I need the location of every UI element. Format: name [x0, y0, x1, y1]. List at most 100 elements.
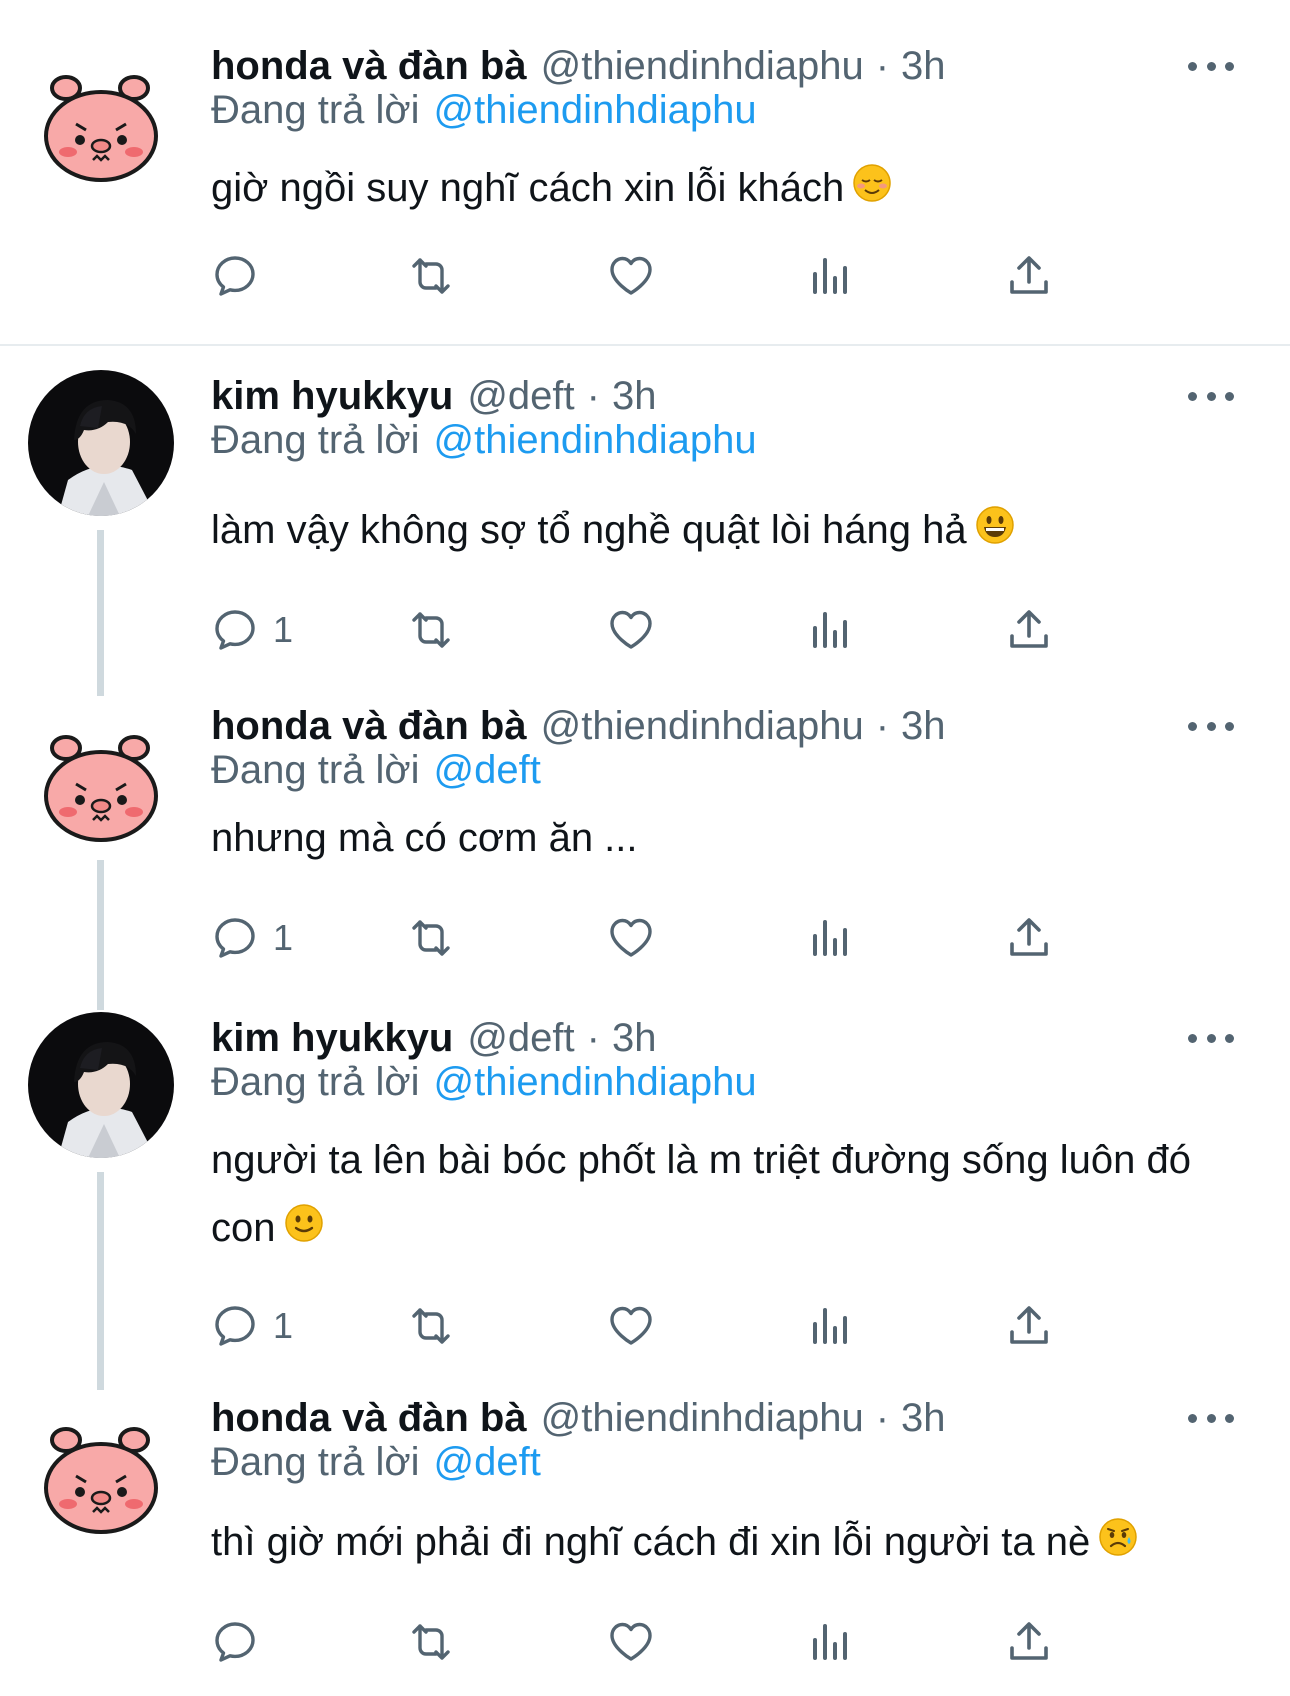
like-button[interactable]	[607, 912, 655, 964]
analytics-icon[interactable]	[807, 1618, 855, 1666]
slightly-smiling-face-emoji	[284, 1196, 324, 1264]
reply-button[interactable]: 1	[211, 604, 293, 656]
grinning-face-emoji	[975, 498, 1015, 566]
timestamp[interactable]: 3h	[901, 44, 946, 88]
like-icon[interactable]	[607, 606, 655, 654]
reply-icon[interactable]	[211, 1302, 259, 1350]
like-button[interactable]	[607, 1616, 655, 1668]
analytics-icon[interactable]	[807, 252, 855, 300]
tweet[interactable]: kim hyukkyu @deft · 3h Đang trả lời @thiend…	[0, 1010, 1290, 1380]
retweet-button[interactable]	[407, 1300, 455, 1352]
analytics-icon[interactable]	[807, 1302, 855, 1350]
share-icon[interactable]	[1005, 914, 1053, 962]
reply-button[interactable]: 1	[211, 912, 293, 964]
reply-icon[interactable]	[211, 606, 259, 654]
tweet-text-block: người ta lên bài bóc phốt là m triệt đườ…	[211, 1126, 1241, 1264]
more-icon[interactable]	[1188, 706, 1234, 746]
share-icon[interactable]	[1005, 1618, 1053, 1666]
share-button[interactable]	[1005, 912, 1053, 964]
retweet-icon[interactable]	[407, 252, 455, 300]
replying-label: Đang trả lời	[211, 748, 420, 792]
pig-avatar[interactable]	[28, 1406, 174, 1552]
retweet-icon[interactable]	[407, 1618, 455, 1666]
replying-label: Đang trả lời	[211, 1060, 420, 1104]
like-icon[interactable]	[607, 252, 655, 300]
share-icon[interactable]	[1005, 606, 1053, 654]
separator-dot: ·	[875, 703, 890, 748]
analytics-icon[interactable]	[807, 914, 855, 962]
tweet-meta: @deft · 3h	[467, 374, 656, 419]
replying-to-handle[interactable]: @thiendinhdiaphu	[434, 418, 757, 462]
profile-photo-avatar[interactable]	[28, 1012, 174, 1158]
display-name[interactable]: kim hyukkyu	[211, 1016, 453, 1061]
replying-to-handle[interactable]: @thiendinhdiaphu	[434, 88, 757, 132]
share-icon[interactable]	[1005, 252, 1053, 300]
share-button[interactable]	[1005, 1616, 1053, 1668]
replying-to: Đang trả lời @deft	[211, 748, 541, 800]
analytics-button[interactable]	[807, 1616, 855, 1668]
profile-photo-avatar[interactable]	[28, 370, 174, 516]
retweet-icon[interactable]	[407, 606, 455, 654]
reply-icon[interactable]	[211, 1618, 259, 1666]
analytics-button[interactable]	[807, 250, 855, 302]
display-name[interactable]: honda và đàn bà	[211, 1396, 527, 1441]
reply-icon[interactable]	[211, 914, 259, 962]
analytics-button[interactable]	[807, 604, 855, 656]
tweet[interactable]: honda và đàn bà @thiendinhdiaphu · 3h Đang…	[0, 38, 1290, 338]
tweet[interactable]: kim hyukkyu @deft · 3h Đang trả lời @thiend…	[0, 368, 1290, 688]
tweet[interactable]: honda và đàn bà @thiendinhdiaphu · 3h Đang…	[0, 698, 1290, 998]
separator-dot: ·	[875, 43, 890, 88]
display-name[interactable]: kim hyukkyu	[211, 374, 453, 419]
analytics-button[interactable]	[807, 912, 855, 964]
handle[interactable]: @deft	[467, 1016, 574, 1060]
handle[interactable]: @deft	[467, 374, 574, 418]
like-icon[interactable]	[607, 914, 655, 962]
timestamp[interactable]: 3h	[901, 1396, 946, 1440]
replying-label: Đang trả lời	[211, 418, 420, 462]
analytics-button[interactable]	[807, 1300, 855, 1352]
retweet-button[interactable]	[407, 250, 455, 302]
replying-to: Đang trả lời @thiendinhdiaphu	[211, 88, 757, 140]
timestamp[interactable]: 3h	[612, 1016, 657, 1060]
like-button[interactable]	[607, 1300, 655, 1352]
tweet-header: kim hyukkyu @deft · 3h	[211, 1010, 656, 1066]
like-icon[interactable]	[607, 1302, 655, 1350]
separator-dot: ·	[586, 1015, 600, 1060]
handle[interactable]: @thiendinhdiaphu	[541, 44, 864, 88]
tweet-text-block: nhưng mà có cơm ăn ...	[211, 804, 1241, 872]
replying-to: Đang trả lời @thiendinhdiaphu	[211, 418, 757, 470]
reply-button[interactable]	[211, 250, 273, 302]
timestamp[interactable]: 3h	[612, 374, 657, 418]
reply-button[interactable]: 1	[211, 1300, 293, 1352]
pig-avatar[interactable]	[28, 54, 174, 200]
handle[interactable]: @thiendinhdiaphu	[541, 704, 864, 748]
handle[interactable]: @thiendinhdiaphu	[541, 1396, 864, 1440]
more-icon[interactable]	[1188, 376, 1234, 416]
share-button[interactable]	[1005, 1300, 1053, 1352]
retweet-button[interactable]	[407, 1616, 455, 1668]
reply-icon[interactable]	[211, 252, 259, 300]
more-icon[interactable]	[1188, 1018, 1234, 1058]
more-icon[interactable]	[1188, 46, 1234, 86]
reply-button[interactable]	[211, 1616, 273, 1668]
pig-avatar[interactable]	[28, 714, 174, 860]
replying-to-handle[interactable]: @deft	[434, 1440, 541, 1484]
tweet[interactable]: honda và đàn bà @thiendinhdiaphu · 3h Đang…	[0, 1390, 1290, 1690]
share-icon[interactable]	[1005, 1302, 1053, 1350]
like-button[interactable]	[607, 604, 655, 656]
like-icon[interactable]	[607, 1618, 655, 1666]
analytics-icon[interactable]	[807, 606, 855, 654]
display-name[interactable]: honda và đàn bà	[211, 704, 527, 749]
retweet-button[interactable]	[407, 912, 455, 964]
more-icon[interactable]	[1188, 1398, 1234, 1438]
retweet-icon[interactable]	[407, 1302, 455, 1350]
replying-to-handle[interactable]: @deft	[434, 748, 541, 792]
like-button[interactable]	[607, 250, 655, 302]
share-button[interactable]	[1005, 604, 1053, 656]
retweet-button[interactable]	[407, 604, 455, 656]
timestamp[interactable]: 3h	[901, 704, 946, 748]
share-button[interactable]	[1005, 250, 1053, 302]
display-name[interactable]: honda và đàn bà	[211, 44, 527, 89]
retweet-icon[interactable]	[407, 914, 455, 962]
replying-to-handle[interactable]: @thiendinhdiaphu	[434, 1060, 757, 1104]
